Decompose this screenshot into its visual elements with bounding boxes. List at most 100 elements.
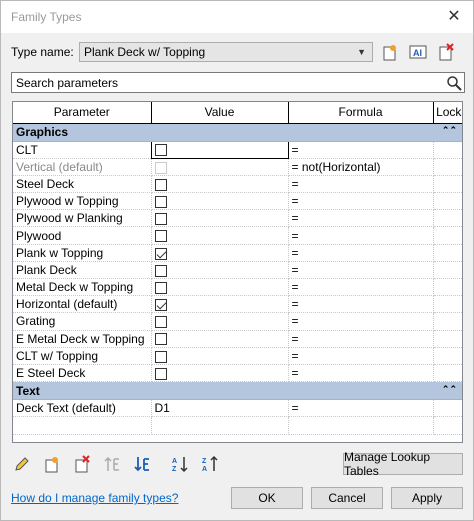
value-cell[interactable] — [151, 261, 289, 280]
formula-cell[interactable]: = — [288, 209, 434, 228]
lock-cell[interactable] — [433, 244, 462, 262]
sort-ascending-button[interactable]: A Z — [169, 453, 191, 475]
ok-button[interactable]: OK — [231, 487, 303, 509]
param-name: Plank Deck — [13, 261, 152, 280]
delete-type-icon — [439, 43, 454, 61]
param-name: Metal Deck w Topping — [13, 278, 152, 297]
type-name-value: Plank Deck w/ Topping — [84, 45, 206, 59]
collapse-icon[interactable]: ⌃⌃ — [442, 125, 457, 136]
sort-descending-icon: Z A — [202, 455, 218, 473]
group-row-graphics[interactable]: Graphics ⌃⌃ — [13, 123, 462, 142]
type-name-dropdown[interactable]: Plank Deck w/ Topping ▼ — [79, 42, 373, 62]
param-name: Deck Text (default) — [13, 399, 152, 418]
formula-cell[interactable]: = — [288, 261, 434, 280]
value-checkbox[interactable] — [154, 350, 167, 363]
value-checkbox[interactable] — [154, 247, 167, 260]
help-link[interactable]: How do I manage family types? — [11, 491, 178, 505]
cancel-button[interactable]: Cancel — [311, 487, 383, 509]
value-cell[interactable] — [151, 278, 289, 297]
value-cell[interactable] — [151, 295, 289, 314]
lock-cell[interactable] — [433, 141, 462, 159]
value-checkbox[interactable] — [154, 333, 167, 346]
formula-cell[interactable]: = not(Horizontal) — [288, 158, 434, 176]
lock-cell[interactable] — [433, 347, 462, 365]
lock-cell[interactable] — [433, 226, 462, 245]
value-checkbox[interactable] — [154, 195, 167, 208]
value-cell[interactable] — [151, 312, 289, 331]
new-type-button[interactable] — [379, 42, 401, 62]
column-header-value[interactable]: Value — [151, 102, 289, 124]
rename-type-button[interactable]: AI — [407, 42, 429, 62]
column-header-lock[interactable]: Lock — [433, 102, 462, 124]
value-checkbox[interactable] — [154, 230, 167, 243]
value-cell[interactable] — [150, 140, 289, 159]
collapse-icon[interactable]: ⌃⌃ — [442, 384, 457, 395]
formula-cell[interactable]: = — [288, 244, 434, 262]
table-row: Metal Deck w Topping = — [13, 278, 462, 297]
move-down-button[interactable] — [131, 453, 153, 475]
manage-lookup-tables-button[interactable]: Manage Lookup Tables — [343, 450, 463, 478]
formula-cell[interactable]: = — [288, 175, 434, 194]
value-checkbox[interactable] — [154, 178, 167, 191]
formula-cell[interactable]: = — [288, 399, 434, 418]
edit-parameter-button[interactable] — [11, 453, 33, 475]
lock-cell[interactable] — [433, 175, 462, 194]
value-checkbox[interactable] — [154, 281, 167, 294]
search-icon[interactable] — [444, 73, 464, 92]
table-row: Deck Text (default) D1 = — [13, 399, 462, 418]
value-cell[interactable] — [151, 209, 289, 228]
value-cell[interactable] — [151, 175, 289, 194]
table-row: E Metal Deck w Topping = — [13, 330, 462, 348]
column-header-parameter[interactable]: Parameter — [13, 102, 152, 124]
formula-cell[interactable]: = — [288, 192, 434, 211]
formula-cell[interactable]: = — [288, 226, 434, 245]
group-row-text[interactable]: Text ⌃⌃ — [13, 381, 462, 401]
value-cell — [151, 158, 289, 176]
lock-cell[interactable] — [433, 209, 462, 228]
column-header-formula[interactable]: Formula — [288, 102, 434, 124]
table-row: Plywood = — [13, 226, 462, 245]
formula-cell[interactable]: = — [288, 141, 434, 159]
value-checkbox[interactable] — [154, 264, 167, 277]
delete-parameter-button[interactable] — [71, 453, 93, 475]
formula-cell[interactable]: = — [288, 330, 434, 348]
formula-cell[interactable]: = — [288, 364, 434, 383]
formula-cell[interactable]: = — [288, 295, 434, 314]
param-name: E Steel Deck — [13, 364, 152, 383]
new-parameter-button[interactable] — [41, 453, 63, 475]
close-icon[interactable]: ✕ — [445, 8, 463, 26]
value-checkbox[interactable] — [154, 213, 167, 226]
lock-cell[interactable] — [433, 312, 462, 331]
svg-text:A: A — [202, 466, 207, 473]
formula-cell[interactable]: = — [288, 312, 434, 331]
value-cell[interactable] — [151, 244, 289, 262]
value-cell[interactable]: D1 — [151, 399, 289, 418]
apply-button[interactable]: Apply — [391, 487, 463, 509]
param-name: Vertical (default) — [13, 158, 152, 176]
lock-cell[interactable] — [433, 364, 462, 383]
lock-cell[interactable] — [433, 278, 462, 297]
sort-descending-button[interactable]: Z A — [199, 453, 221, 475]
value-cell[interactable] — [151, 347, 289, 365]
value-cell[interactable] — [151, 192, 289, 211]
value-cell[interactable] — [151, 330, 289, 348]
value-checkbox[interactable] — [154, 144, 167, 157]
lock-cell[interactable] — [433, 192, 462, 211]
search-input[interactable]: Search parameters — [16, 76, 118, 90]
type-name-label: Type name: — [11, 45, 74, 59]
lock-cell[interactable] — [433, 399, 462, 418]
formula-cell[interactable]: = — [288, 278, 434, 297]
value-checkbox[interactable] — [154, 316, 167, 329]
value-checkbox[interactable] — [154, 367, 167, 380]
value-cell[interactable] — [151, 364, 289, 383]
value-checkbox[interactable] — [154, 299, 167, 312]
value-cell[interactable] — [151, 226, 289, 245]
delete-type-button[interactable] — [435, 42, 457, 62]
lock-cell[interactable] — [433, 295, 462, 314]
param-name: Steel Deck — [13, 175, 152, 194]
search-box[interactable]: Search parameters — [11, 72, 465, 93]
lock-cell[interactable] — [433, 158, 462, 176]
formula-cell[interactable]: = — [288, 347, 434, 365]
lock-cell[interactable] — [433, 261, 462, 280]
lock-cell[interactable] — [433, 330, 462, 348]
